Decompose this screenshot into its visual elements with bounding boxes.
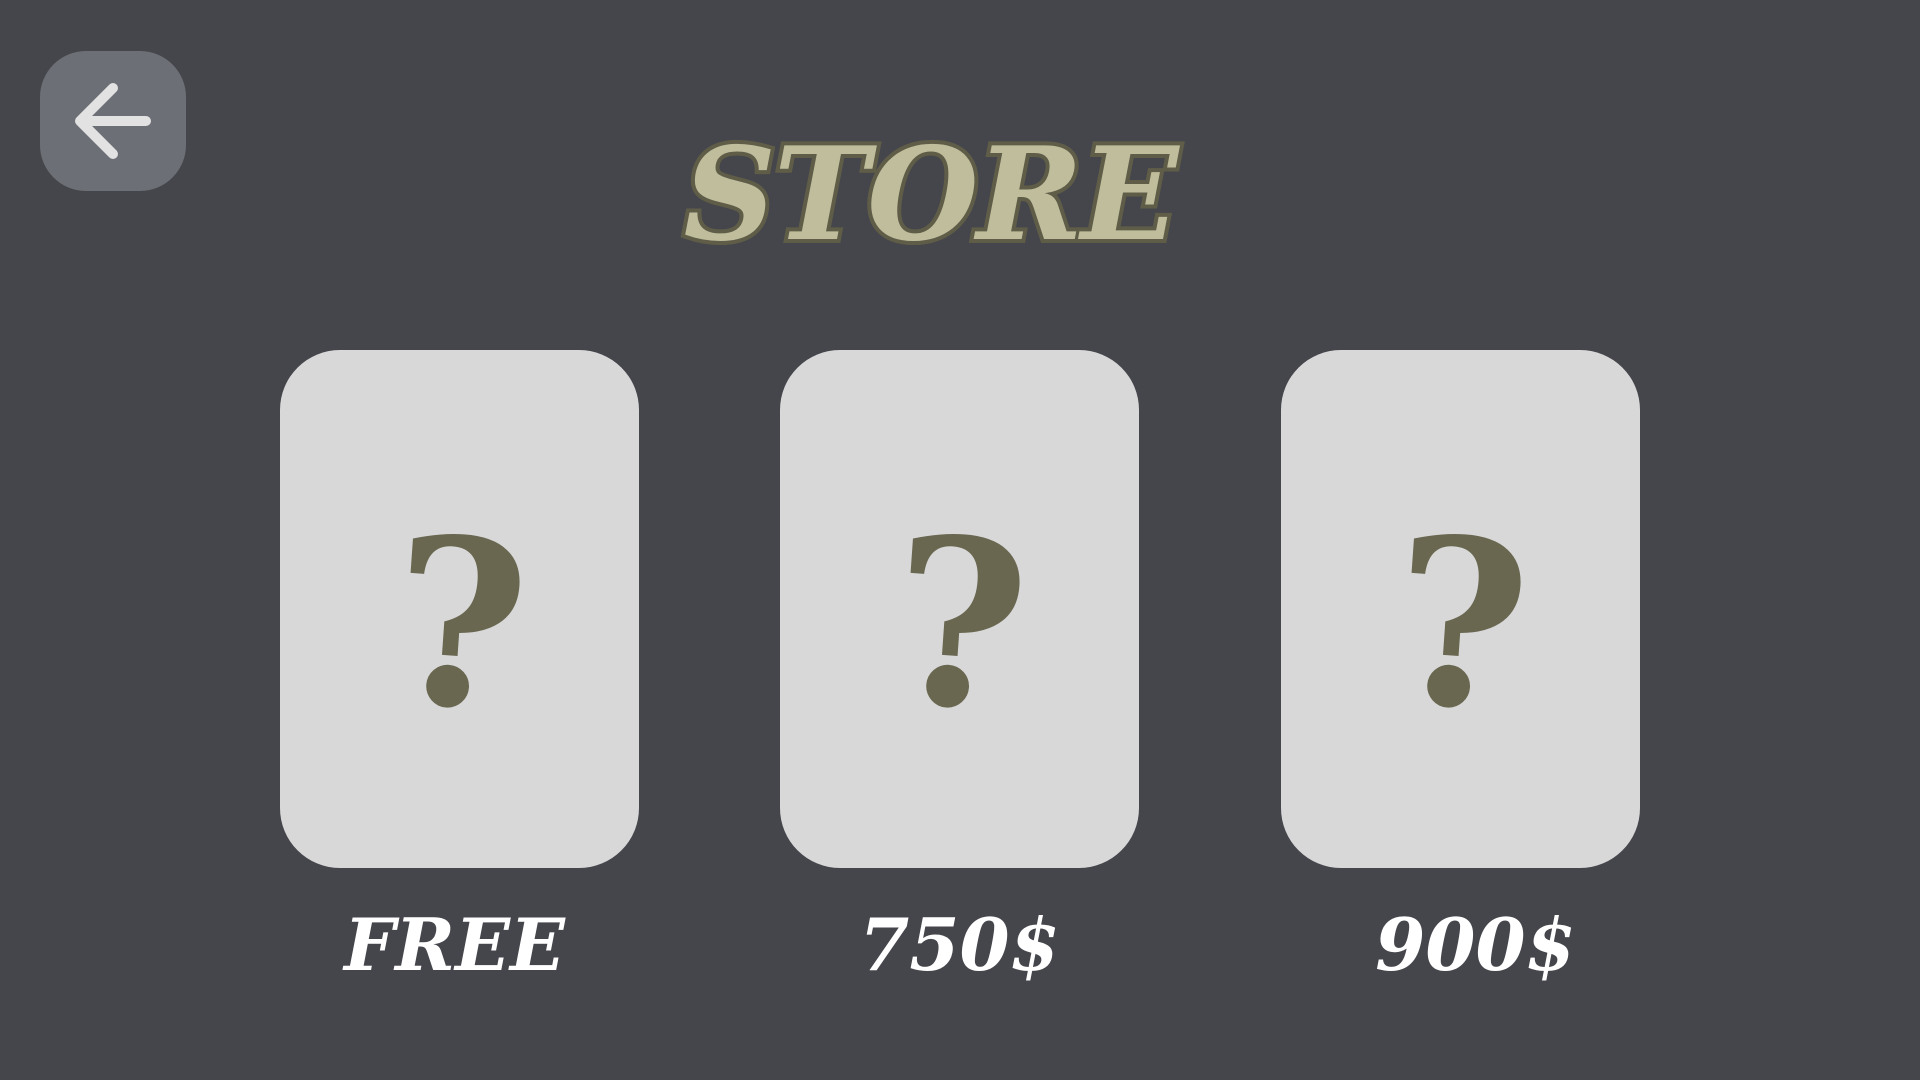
back-button[interactable] bbox=[40, 51, 186, 191]
item-price-900: 900$ bbox=[1375, 902, 1576, 987]
item-price-free: FREE bbox=[344, 902, 565, 987]
store-item-card-free[interactable]: ? bbox=[280, 350, 639, 868]
store-item-card-900[interactable]: ? bbox=[1281, 350, 1640, 868]
question-mark-icon: ? bbox=[882, 485, 1037, 765]
question-mark-icon: ? bbox=[1383, 485, 1538, 765]
store-item-card-750[interactable]: ? bbox=[780, 350, 1139, 868]
question-mark-icon: ? bbox=[382, 485, 537, 765]
store-title: STORE bbox=[679, 116, 1182, 274]
item-price-750: 750$ bbox=[859, 902, 1060, 987]
arrow-left-icon bbox=[75, 83, 151, 159]
